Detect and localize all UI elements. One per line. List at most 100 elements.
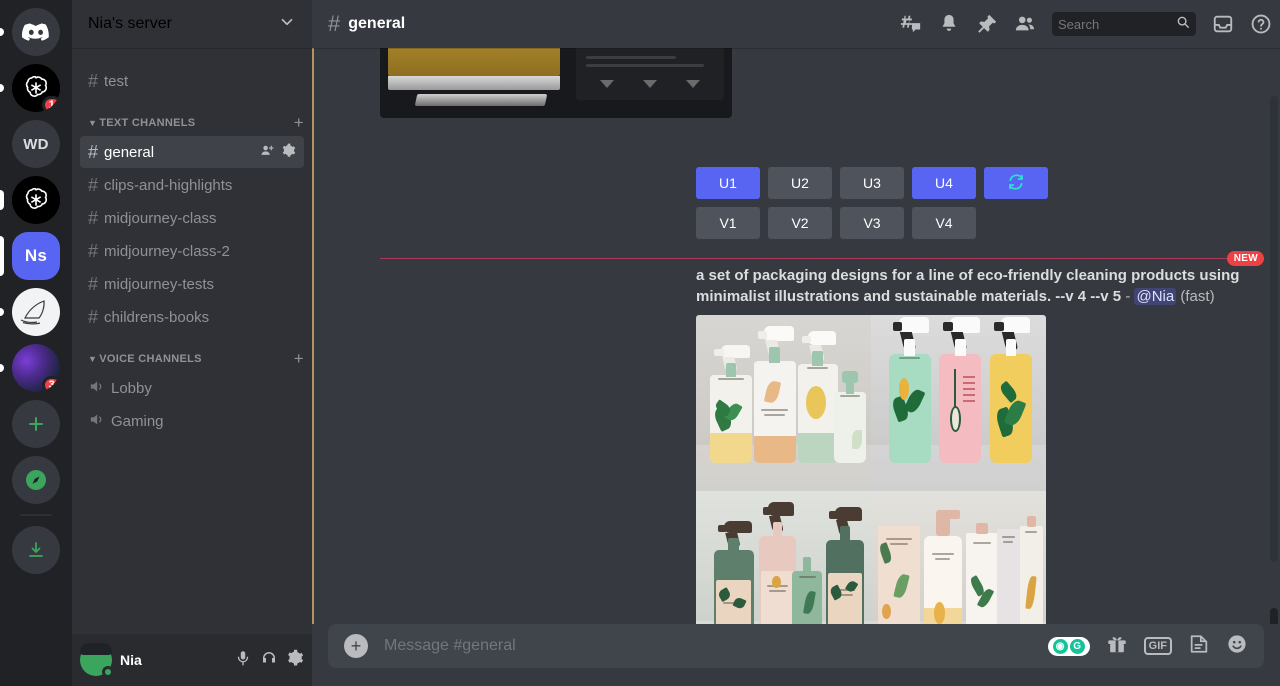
search-placeholder: Search [1058,16,1100,32]
channel-label: midjourney-tests [104,275,215,293]
monitor-base [388,76,560,90]
message-input[interactable]: + Message #general ◉ G GIF [328,624,1264,668]
grid-quadrant-1[interactable] [696,315,871,491]
server-rail-item-nebula[interactable]: 3 [0,344,72,392]
search-input[interactable]: Search [1052,12,1196,36]
server-rail-item-discord-home[interactable] [0,8,72,56]
search-icon[interactable] [1176,15,1190,34]
grid-quadrant-4[interactable] [871,490,1046,624]
server-rail-item-nias-server[interactable]: Ns [0,232,72,280]
pin-icon[interactable] [976,13,998,35]
hash-icon: # [88,175,99,195]
hash-icon: # [328,11,341,36]
unread-pill [0,190,4,210]
plus-icon[interactable] [12,400,60,448]
wd-server-avatar[interactable]: WD [12,120,60,168]
button-v3[interactable]: V3 [840,207,904,239]
refresh-icon [1007,173,1025,194]
user-settings-icon[interactable] [286,649,304,672]
hash-icon: # [88,241,99,261]
sidebar-item-midjourney-tests[interactable]: # midjourney-tests [80,268,304,300]
previous-message-image[interactable] [380,48,732,118]
channel-label: Gaming [111,412,164,430]
mute-icon[interactable] [234,649,252,672]
category-voice-channels[interactable]: ▼ VOICE CHANNELS + [72,334,312,371]
midjourney-sail-icon[interactable] [12,288,60,336]
button-v2[interactable]: V2 [768,207,832,239]
channel-list: # test ▼ TEXT CHANNELS + # general # cli… [72,48,312,634]
button-u2[interactable]: U2 [768,167,832,199]
channel-topbar: # general Search [312,0,1280,48]
server-rail-item-openai-2[interactable] [0,176,72,224]
midjourney-button-row-u: U1 U2 U3 U4 [696,167,1048,199]
deafen-icon[interactable] [260,649,278,672]
grid-quadrant-2[interactable] [871,315,1046,491]
chevron-down-icon[interactable]: ▼ [88,118,97,128]
unread-badge: 1 [41,96,60,112]
sidebar-item-midjourney-class-2[interactable]: # midjourney-class-2 [80,235,304,267]
threads-icon[interactable] [900,13,922,35]
channel-label: Lobby [111,379,152,397]
create-invite-icon[interactable] [260,143,275,162]
grid-quadrant-3[interactable] [696,490,871,624]
avatar[interactable] [80,643,114,678]
sidebar-item-clips-and-highlights[interactable]: # clips-and-highlights [80,169,304,201]
scrollbar-thumb[interactable] [1270,608,1278,624]
inbox-icon[interactable] [1212,13,1234,35]
monitor-screen [388,48,560,76]
openai-logo-icon[interactable] [12,176,60,224]
sidebar-item-general[interactable]: # general [80,136,304,168]
sidebar-item-childrens-books[interactable]: # childrens-books [80,301,304,333]
button-u3[interactable]: U3 [840,167,904,199]
create-channel-icon[interactable]: + [294,114,304,131]
help-icon[interactable] [1250,13,1272,35]
unread-badge: 3 [41,376,60,392]
gift-icon[interactable] [1106,633,1128,660]
nebula-avatar-icon[interactable]: 3 [12,344,60,392]
server-rail-item-openai-1[interactable]: 1 [0,64,72,112]
server-header[interactable]: Nia's server [72,0,312,48]
grammarly-dot-2: G [1069,638,1085,654]
button-u4[interactable]: U4 [912,167,976,199]
bell-icon[interactable] [938,13,960,35]
button-v4[interactable]: V4 [912,207,976,239]
sticker-icon[interactable] [1188,633,1210,660]
hash-icon: # [88,274,99,294]
members-icon[interactable] [1014,13,1036,35]
grammarly-icon[interactable]: ◉ G [1047,636,1090,656]
download-apps-button[interactable] [0,526,72,574]
hash-icon: # [88,71,99,91]
nias-server-avatar[interactable]: Ns [12,232,60,280]
emoji-icon[interactable] [1226,633,1248,660]
scrollbar-track[interactable] [1270,96,1278,562]
midjourney-image-grid[interactable] [696,315,1046,624]
button-u1[interactable]: U1 [696,167,760,199]
button-reroll[interactable] [984,167,1048,199]
channel-settings-icon[interactable] [281,143,296,162]
sidebar-item-lobby[interactable]: Lobby [80,372,304,404]
category-text-channels[interactable]: ▼ TEXT CHANNELS + [72,98,312,135]
create-channel-icon[interactable]: + [294,350,304,367]
sidebar-item-gaming[interactable]: Gaming [80,405,304,437]
message-list[interactable]: U1 U2 U3 U4 V1 V2 V3 V4 NEW a set of pac… [312,48,1280,624]
server-rail-item-wd[interactable]: WD [0,120,72,168]
compass-icon[interactable] [12,456,60,504]
button-v1[interactable]: V1 [696,207,760,239]
chevron-down-icon[interactable]: ▼ [88,354,97,364]
download-icon[interactable] [12,526,60,574]
server-rail-item-midjourney[interactable] [0,288,72,336]
sidebar-item-midjourney-class[interactable]: # midjourney-class [80,202,304,234]
openai-logo-icon[interactable]: 1 [12,64,60,112]
chevron-down-icon[interactable] [278,13,296,36]
sidebar-item-test[interactable]: # test [80,65,304,97]
add-server-button[interactable] [0,400,72,448]
discord-logo-icon[interactable] [12,8,60,56]
gif-icon[interactable]: GIF [1143,637,1172,655]
midjourney-button-row-v: V1 V2 V3 V4 [696,207,1048,239]
user-mention[interactable]: @Nia [1134,287,1177,305]
attach-file-icon[interactable]: + [344,634,368,658]
hash-icon: # [88,307,99,327]
composer-area: + Message #general ◉ G GIF [312,624,1280,686]
server-name: Nia's server [88,15,172,32]
explore-servers-button[interactable] [0,456,72,504]
